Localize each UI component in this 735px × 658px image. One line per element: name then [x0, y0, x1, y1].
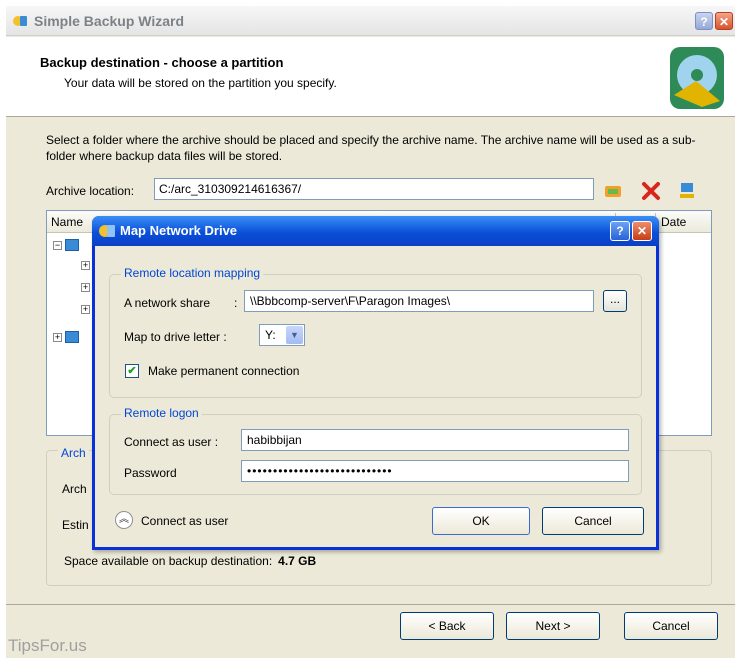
network-share-input[interactable]: \\Bbbcomp-server\F\Paragon Images\: [244, 290, 594, 312]
wizard-header: Backup destination - choose a partition …: [6, 37, 735, 117]
map-network-drive-dialog: Map Network Drive ? ✕ Remote location ma…: [92, 216, 659, 550]
expand-toggle[interactable]: +: [81, 305, 90, 314]
remote-logon-legend: Remote logon: [121, 406, 202, 420]
back-button[interactable]: < Back: [400, 612, 494, 640]
drive-letter-label: Map to drive letter :: [124, 330, 227, 344]
space-available-line: Space available on backup destination: 4.…: [64, 554, 316, 568]
network-node-icon: [65, 331, 79, 343]
window-title: Simple Backup Wizard: [34, 13, 185, 29]
map-drive-icon[interactable]: [602, 180, 624, 202]
help-button[interactable]: ?: [695, 12, 713, 30]
archive-location-label: Archive location:: [46, 184, 135, 198]
paragon-app-icon: [13, 16, 27, 26]
network-share-colon: :: [234, 296, 238, 310]
archive-info-line: Arch: [62, 482, 87, 496]
backup-disk-icon: [670, 47, 724, 109]
divider: [6, 604, 735, 605]
computer-node-icon: [65, 239, 79, 251]
expand-toggle[interactable]: +: [81, 261, 90, 270]
paragon-app-icon: [99, 225, 115, 237]
dialog-title: Map Network Drive: [120, 223, 238, 238]
column-name[interactable]: Name: [51, 215, 83, 229]
chevron-down-icon[interactable]: ▼: [286, 326, 303, 344]
space-available-label: Space available on backup destination:: [64, 554, 273, 568]
drive-letter-select[interactable]: Y: ▼: [259, 324, 305, 346]
expand-toggle[interactable]: +: [53, 333, 62, 342]
delete-icon[interactable]: [640, 180, 662, 202]
ok-button[interactable]: OK: [432, 507, 530, 535]
watermark: TipsFor.us: [8, 636, 87, 655]
username-input[interactable]: habibbijan: [241, 429, 629, 451]
next-button[interactable]: Next >: [506, 612, 600, 640]
page-title: Backup destination - choose a partition: [40, 55, 284, 70]
collapse-toggle[interactable]: −: [53, 241, 62, 250]
browse-button[interactable]: ...: [603, 290, 627, 312]
remote-mapping-legend: Remote location mapping: [121, 266, 264, 280]
permanent-connection-checkbox[interactable]: ✔: [125, 364, 139, 378]
close-button[interactable]: ✕: [715, 12, 733, 30]
archive-location-input[interactable]: C:/arc_310309214616367/: [154, 178, 594, 200]
connect-as-user-toggle[interactable]: Connect as user: [141, 514, 228, 528]
network-computer-icon[interactable]: [676, 180, 698, 202]
permanent-connection-label: Make permanent connection: [148, 364, 300, 378]
network-share-label: A network share: [124, 296, 211, 310]
expand-toggle[interactable]: +: [81, 283, 90, 292]
password-label: Password: [124, 466, 177, 480]
remote-logon-group: [109, 414, 642, 495]
dialog-cancel-button[interactable]: Cancel: [542, 507, 644, 535]
space-available-value: 4.7 GB: [278, 554, 317, 568]
page-subtitle: Your data will be stored on the partitio…: [64, 76, 337, 90]
connect-as-user-label: Connect as user :: [124, 435, 219, 449]
title-bar: Simple Backup Wizard ? ✕: [6, 6, 735, 36]
chevron-up-icon[interactable]: ︽: [115, 511, 133, 529]
drive-letter-value: Y:: [265, 328, 276, 342]
dialog-close-button[interactable]: ✕: [632, 221, 652, 241]
password-input[interactable]: ••••••••••••••••••••••••••••: [241, 460, 629, 482]
dialog-help-button[interactable]: ?: [610, 221, 630, 241]
column-date[interactable]: Date: [661, 215, 686, 229]
cancel-button[interactable]: Cancel: [624, 612, 718, 640]
instructions-text: Select a folder where the archive should…: [46, 133, 696, 163]
archive-estimate-line: Estin: [62, 518, 89, 532]
dialog-title-bar: Map Network Drive ? ✕: [92, 216, 659, 246]
archive-info-legend: Arch: [58, 446, 89, 460]
